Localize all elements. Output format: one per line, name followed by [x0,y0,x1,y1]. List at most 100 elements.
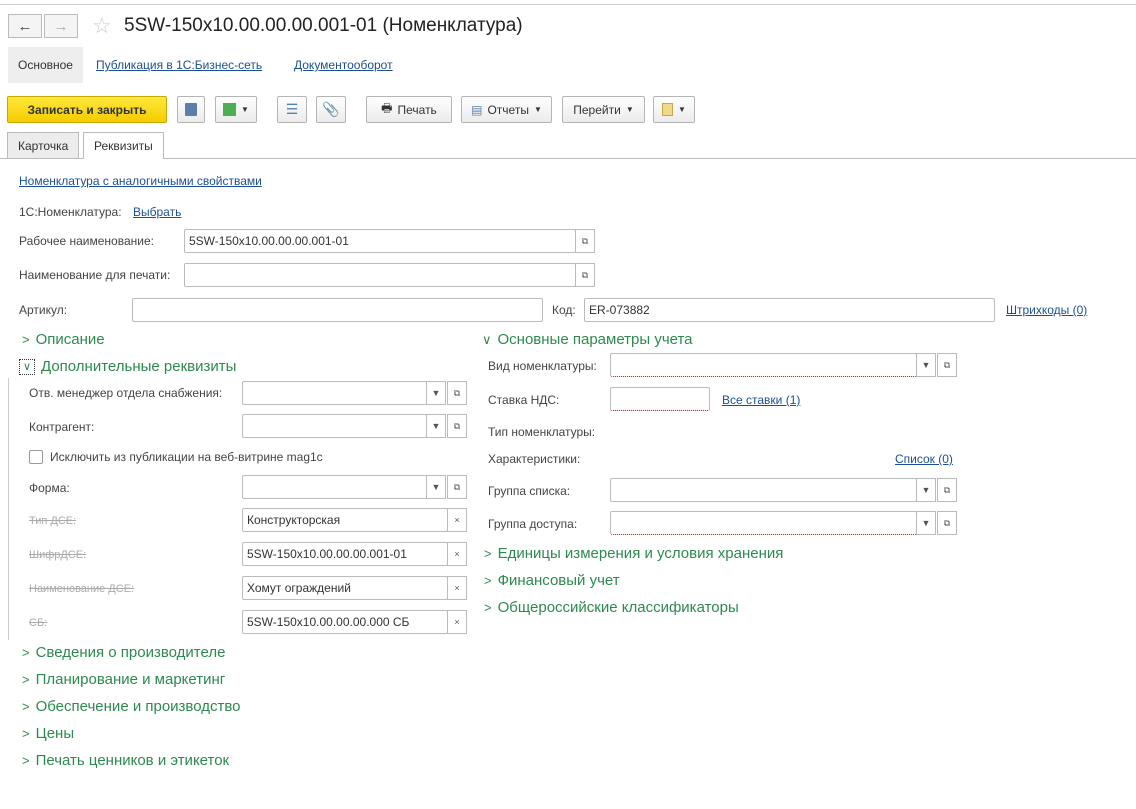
more-button[interactable]: ▼ [653,96,695,123]
sb-input[interactable]: 5SW-150x10.00.00.00.000 СБ [242,610,448,634]
section-units[interactable]: > Единицы измерения и условия хранения [484,545,783,562]
section-main-params[interactable]: ∨ Основные параметры учета [482,331,693,348]
open-icon[interactable]: ⧉ [447,475,467,499]
chevron-right-icon: > [484,546,492,561]
dropdown-arrow-icon: ▼ [625,105,634,114]
dropdown-arrow-icon[interactable]: ▼ [916,478,936,502]
counterparty-label: Контрагент: [29,420,95,434]
access-group-input[interactable] [610,511,917,535]
section-labels[interactable]: > Печать ценников и этикеток [22,752,229,769]
counterparty-input[interactable] [242,414,427,438]
dse-code-input[interactable]: 5SW-150x10.00.00.00.001-01 [242,542,448,566]
tab-attributes[interactable]: Реквизиты [83,132,164,159]
forward-button[interactable]: → [44,14,78,38]
section-extra-label: Дополнительные реквизиты [41,358,237,375]
section-prices[interactable]: > Цены [22,725,74,742]
article-input[interactable] [132,298,543,322]
save-close-button[interactable]: Записать и закрыть [7,96,167,123]
list-icon: ☰ [285,101,299,117]
characteristics-link[interactable]: Список (0) [895,452,953,466]
report-icon: ▤ [471,102,483,117]
tabs-divider [0,158,1136,159]
dropdown-arrow-icon[interactable]: ▼ [426,414,446,438]
kind-input[interactable] [610,353,917,377]
open-icon[interactable]: ⧉ [447,414,467,438]
open-icon[interactable]: ⧉ [937,478,957,502]
open-icon[interactable]: ⧉ [447,381,467,405]
section-planning[interactable]: > Планирование и маркетинг [22,671,225,688]
sb-label: СБ: [29,617,48,629]
print-button[interactable]: 🖶 Печать [366,96,452,123]
dropdown-arrow-icon: ▼ [533,105,542,114]
attach-button[interactable]: 📎 [316,96,346,123]
window-title: 5SW-150x10.00.00.00.001-01 (Номенклатура… [124,15,523,36]
panel-business-network[interactable]: Публикация в 1С:Бизнес-сеть [86,47,272,83]
manager-label: Отв. менеджер отдела снабжения: [29,386,223,400]
form-label: Форма: [29,481,70,495]
vat-input[interactable] [610,387,710,411]
back-button[interactable]: ← [8,14,42,38]
reports-button[interactable]: ▤ Отчеты ▼ [461,96,552,123]
list-group-label: Группа списка: [488,484,571,498]
chevron-down-icon: ∨ [19,358,35,375]
section-classifiers[interactable]: > Общероссийские классификаторы [484,599,739,616]
dse-name-input[interactable]: Хомут ограждений [242,576,448,600]
section-manufacturer[interactable]: > Сведения о производителе [22,644,225,661]
section-supply[interactable]: > Обеспечение и производство [22,698,241,715]
chevron-right-icon: > [22,645,30,660]
chevron-right-icon: > [22,332,30,347]
print-name-input[interactable] [184,263,576,287]
list-group-input[interactable] [610,478,917,502]
chevron-right-icon: > [22,753,30,768]
exclude-checkbox[interactable] [29,450,43,464]
section-label: Сведения о производителе [35,644,226,661]
form-input[interactable] [242,475,427,499]
nom1c-label: 1С:Номенклатура: [19,205,122,219]
goto-label: Перейти [573,102,621,117]
create-based-button[interactable]: ▼ [215,96,257,123]
list-button[interactable]: ☰ [277,96,307,123]
copy-green-icon [223,103,237,116]
section-label: Обеспечение и производство [35,698,241,715]
save-button[interactable] [177,96,205,123]
open-icon[interactable]: ⧉ [937,353,957,377]
manager-input[interactable] [242,381,427,405]
dropdown-arrow-icon[interactable]: ▼ [916,353,936,377]
exclude-label: Исключить из публикации на веб-витрине m… [50,450,323,464]
printer-icon: 🖶 [381,101,393,115]
chevron-right-icon: > [484,573,492,588]
all-rates-link[interactable]: Все ставки (1) [722,393,800,407]
code-input[interactable]: ER-073882 [584,298,995,322]
clear-icon[interactable]: × [447,508,467,532]
favorite-star-icon[interactable]: ☆ [92,13,112,39]
tab-attributes-label: Реквизиты [94,139,153,153]
section-finance[interactable]: > Финансовый учет [484,572,620,589]
clear-icon[interactable]: × [447,576,467,600]
reports-label: Отчеты [487,102,529,117]
nom1c-select-link[interactable]: Выбрать [133,205,181,219]
clear-icon[interactable]: × [447,542,467,566]
tab-card[interactable]: Карточка [7,132,80,158]
vat-label: Ставка НДС: [488,393,560,407]
dropdown-arrow-icon[interactable]: ▼ [916,511,936,535]
clear-icon[interactable]: × [447,610,467,634]
panel-document-flow[interactable]: Документооборот [284,47,403,83]
dse-type-input[interactable]: Конструкторская [242,508,448,532]
dropdown-arrow-icon[interactable]: ▼ [426,381,446,405]
section-extra-attributes[interactable]: ∨ Дополнительные реквизиты [19,358,236,375]
section-description[interactable]: > Описание [22,331,105,348]
dropdown-arrow-icon[interactable]: ▼ [426,475,446,499]
work-name-input[interactable]: 5SW-150x10.00.00.00.001-01 [184,229,576,253]
group-border [8,378,9,640]
barcodes-link[interactable]: Штрихкоды (0) [1006,303,1087,317]
goto-button[interactable]: Перейти ▼ [562,96,645,123]
open-icon[interactable]: ⧉ [575,229,595,253]
section-description-label: Описание [35,331,105,348]
open-icon[interactable]: ⧉ [575,263,595,287]
similar-items-link[interactable]: Номенклатура с аналогичными свойствами [19,174,262,188]
dropdown-arrow-icon: ▼ [678,105,686,114]
section-label: Финансовый учет [497,572,620,589]
panel-main[interactable]: Основное [8,47,83,83]
chevron-right-icon: > [484,600,492,615]
open-icon[interactable]: ⧉ [937,511,957,535]
